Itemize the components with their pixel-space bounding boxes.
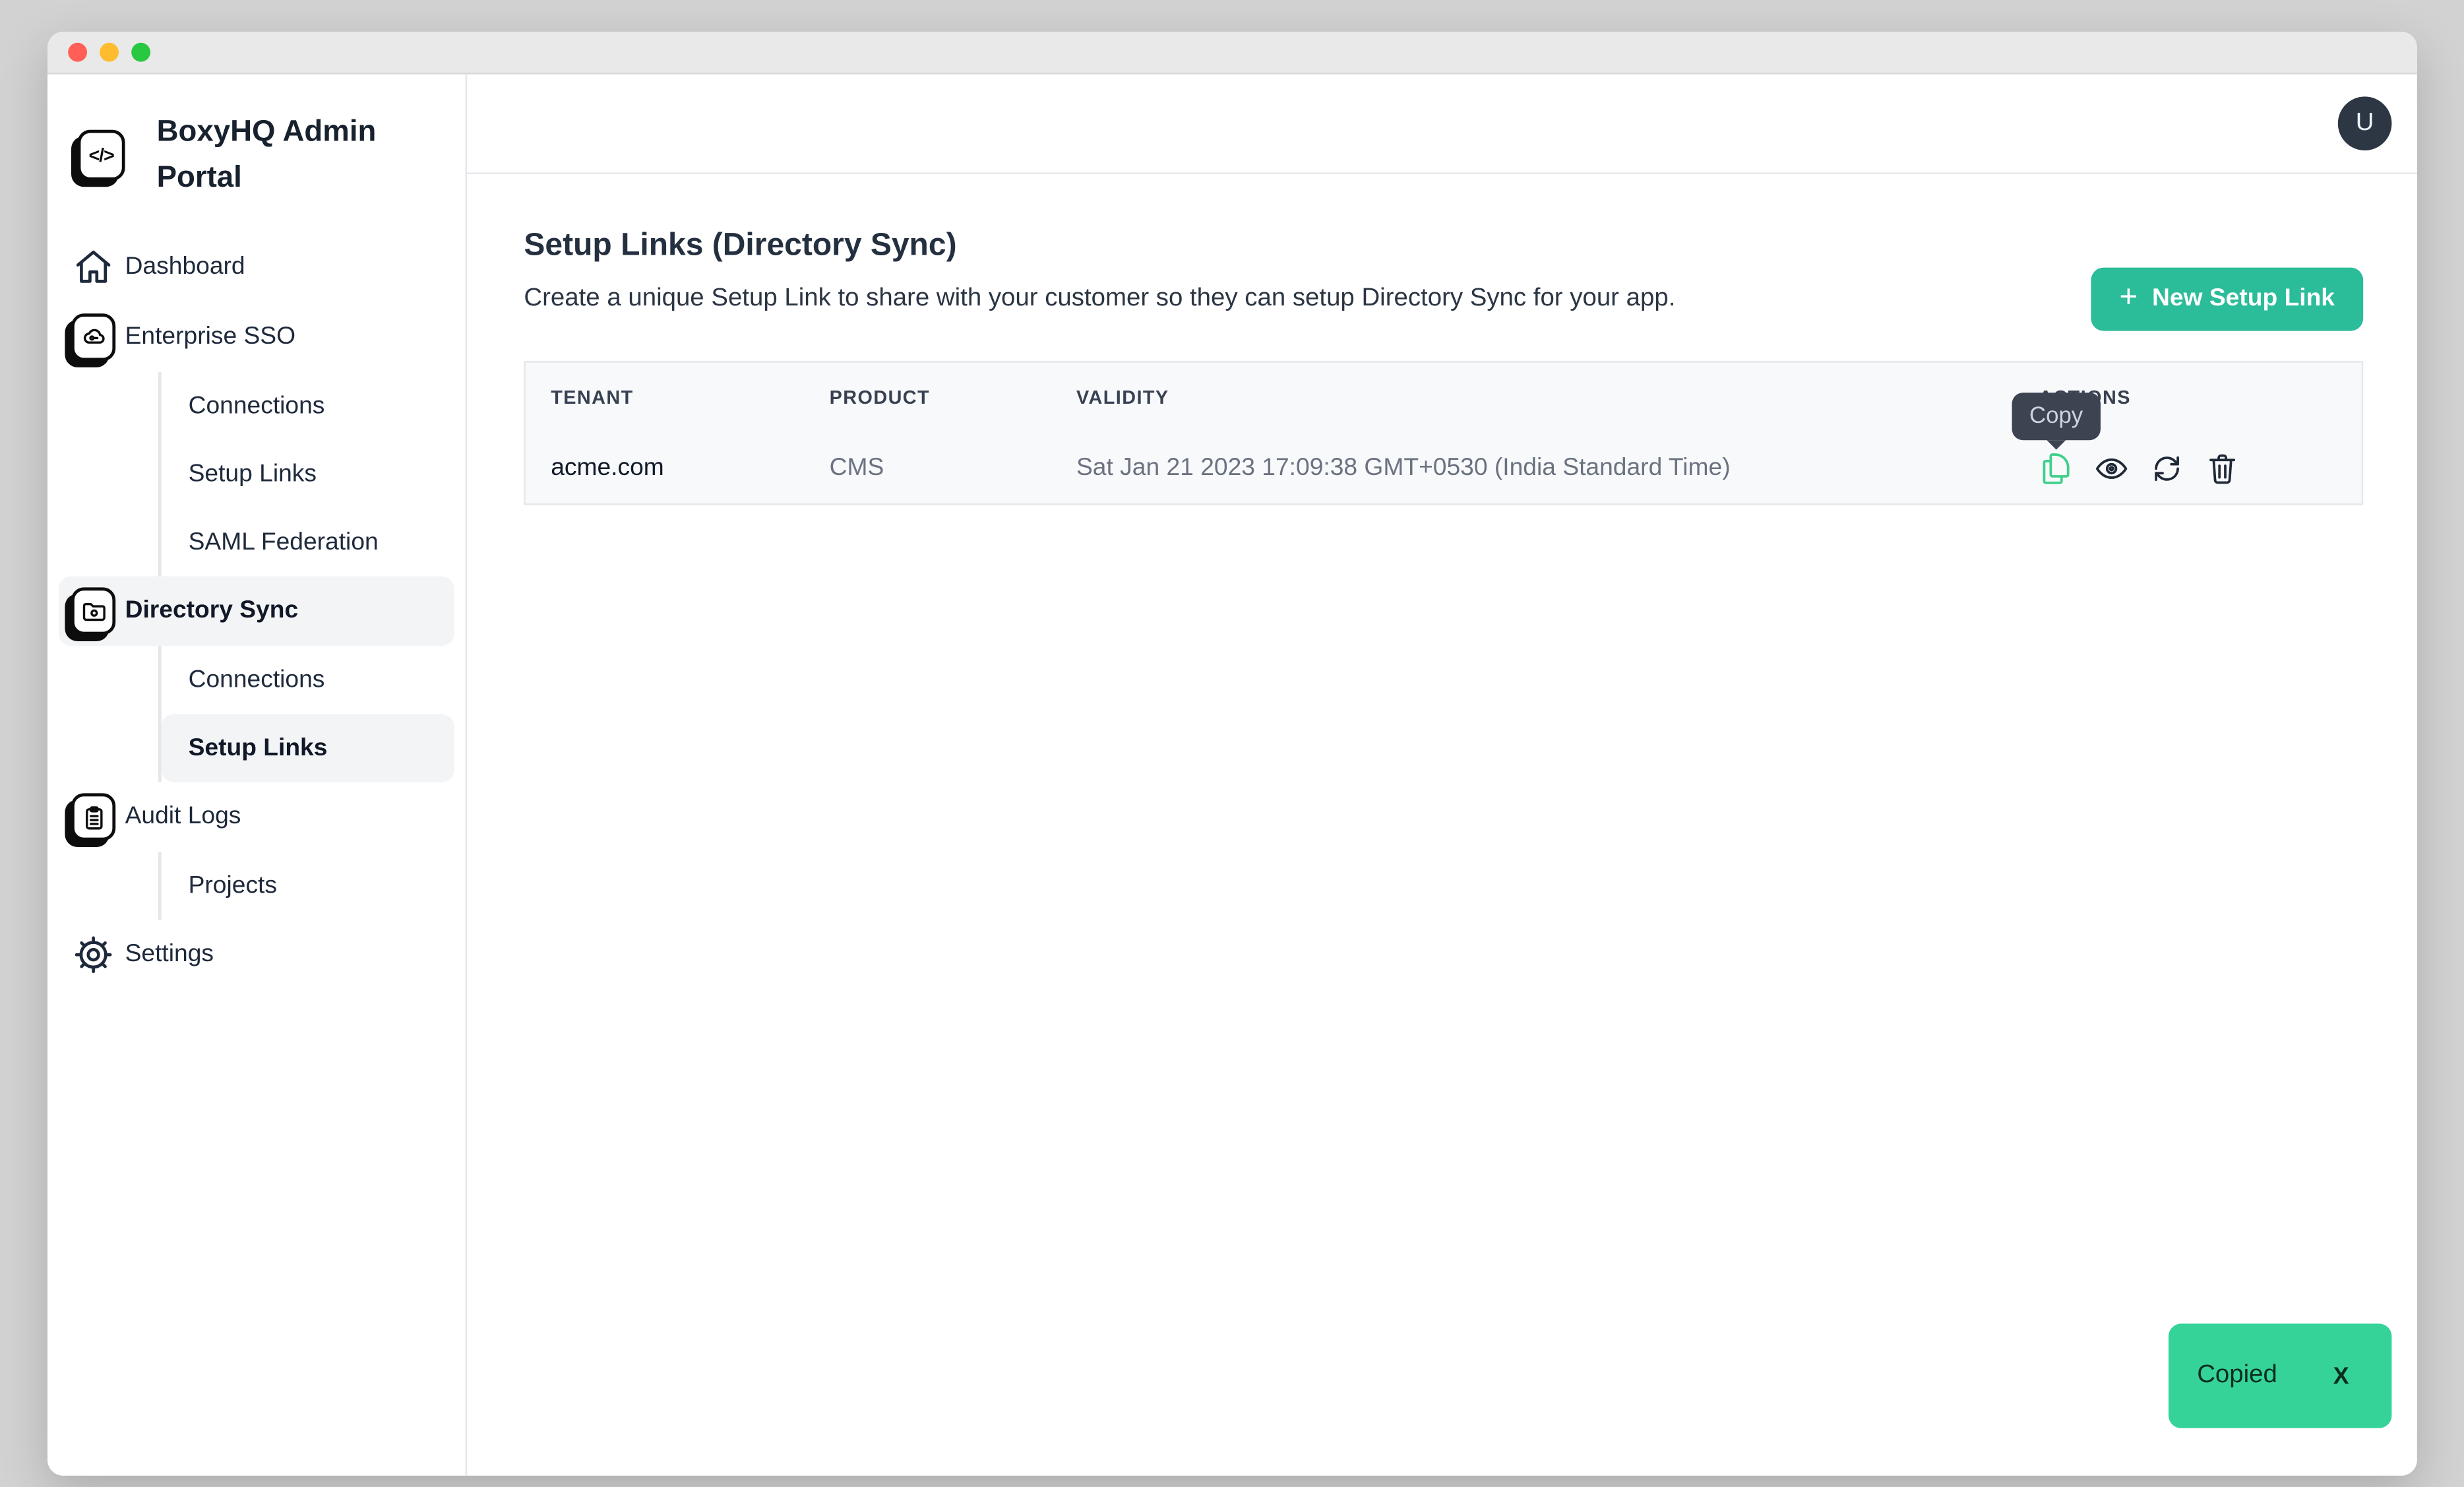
- setup-links-table: TENANT PRODUCT VALIDITY ACTIONS acme.com…: [524, 361, 2363, 505]
- sidebar-item-projects[interactable]: Projects: [162, 852, 454, 920]
- sidebar-item-label: Dashboard: [125, 253, 245, 282]
- sidebar-item-sso-connections[interactable]: Connections: [162, 372, 454, 440]
- audit-subnav: Projects: [158, 852, 454, 920]
- sidebar-item-label: Audit Logs: [125, 803, 241, 831]
- sidebar-item-enterprise-sso[interactable]: Enterprise SSO: [59, 302, 454, 372]
- sidebar-item-label: Settings: [125, 941, 214, 969]
- sidebar-item-dsync-connections[interactable]: Connections: [162, 646, 454, 714]
- sidebar-item-dsync-setup-links[interactable]: Setup Links: [162, 714, 454, 782]
- boxyhq-logo-icon: </>: [78, 130, 125, 181]
- copy-tooltip: Copy: [2012, 392, 2101, 439]
- refresh-icon[interactable]: [2149, 451, 2184, 486]
- column-header-tenant: TENANT: [526, 363, 804, 433]
- window-body: </> BoxyHQ Admin Portal Dashboard: [47, 75, 2417, 1476]
- sso-subnav: Connections Setup Links SAML Federation: [158, 372, 454, 577]
- main-area: U Setup Links (Directory Sync) Create a …: [467, 75, 2417, 1476]
- brand-title: BoxyHQ Admin Portal: [157, 110, 394, 201]
- close-window-button[interactable]: [68, 43, 87, 62]
- new-setup-link-label: New Setup Link: [2152, 285, 2335, 313]
- new-setup-link-button[interactable]: + New Setup Link: [2091, 268, 2363, 331]
- desktop: </> BoxyHQ Admin Portal Dashboard: [0, 0, 2464, 1487]
- dsync-subnav: Connections Setup Links: [158, 646, 454, 782]
- minimize-window-button[interactable]: [100, 43, 119, 62]
- plus-icon: +: [2119, 282, 2138, 313]
- zoom-window-button[interactable]: [131, 43, 150, 62]
- topbar: U: [467, 75, 2417, 174]
- brand[interactable]: </> BoxyHQ Admin Portal: [47, 100, 466, 201]
- row-actions: Copy: [2039, 451, 2362, 486]
- eye-icon[interactable]: [2094, 451, 2129, 486]
- sidebar: </> BoxyHQ Admin Portal Dashboard: [47, 75, 467, 1476]
- folder-sync-icon: [71, 587, 115, 635]
- copy-icon[interactable]: Copy: [2039, 451, 2074, 486]
- page-title: Setup Links (Directory Sync): [524, 228, 2363, 265]
- page-description: Create a unique Setup Link to share with…: [524, 285, 2363, 313]
- sidebar-item-settings[interactable]: Settings: [59, 920, 454, 990]
- sidebar-item-sso-setup-links[interactable]: Setup Links: [162, 440, 454, 508]
- sidebar-item-saml-federation[interactable]: SAML Federation: [162, 508, 454, 576]
- sidebar-item-label: Directory Sync: [125, 597, 299, 625]
- page-content: Setup Links (Directory Sync) Create a un…: [467, 174, 2417, 1476]
- column-header-validity: VALIDITY: [1051, 363, 2014, 433]
- toast-copied: Copied X: [2169, 1323, 2391, 1428]
- sidebar-item-audit-logs[interactable]: Audit Logs: [59, 782, 454, 852]
- gear-icon: [71, 934, 115, 975]
- cloud-key-icon: [71, 313, 115, 361]
- avatar[interactable]: U: [2338, 96, 2392, 150]
- column-header-product: PRODUCT: [804, 363, 1051, 433]
- table-row: acme.com CMS Sat Jan 21 2023 17:09:38 GM…: [526, 432, 2362, 503]
- home-icon: [71, 247, 115, 288]
- toast-close-icon[interactable]: X: [2333, 1362, 2349, 1389]
- sidebar-nav: Dashboard Enterpri: [47, 233, 466, 990]
- toast-message: Copied: [2197, 1362, 2277, 1390]
- product-cell: CMS: [804, 432, 1051, 503]
- sidebar-item-directory-sync[interactable]: Directory Sync: [59, 577, 454, 647]
- validity-cell: Sat Jan 21 2023 17:09:38 GMT+0530 (India…: [1051, 432, 2014, 503]
- sidebar-item-dashboard[interactable]: Dashboard: [59, 233, 454, 303]
- clipboard-icon: [71, 793, 115, 840]
- trash-icon[interactable]: [2205, 451, 2240, 486]
- tenant-cell: acme.com: [526, 432, 804, 503]
- sidebar-item-label: Enterprise SSO: [125, 323, 295, 352]
- app-window: </> BoxyHQ Admin Portal Dashboard: [47, 32, 2417, 1476]
- window-titlebar: [47, 32, 2417, 75]
